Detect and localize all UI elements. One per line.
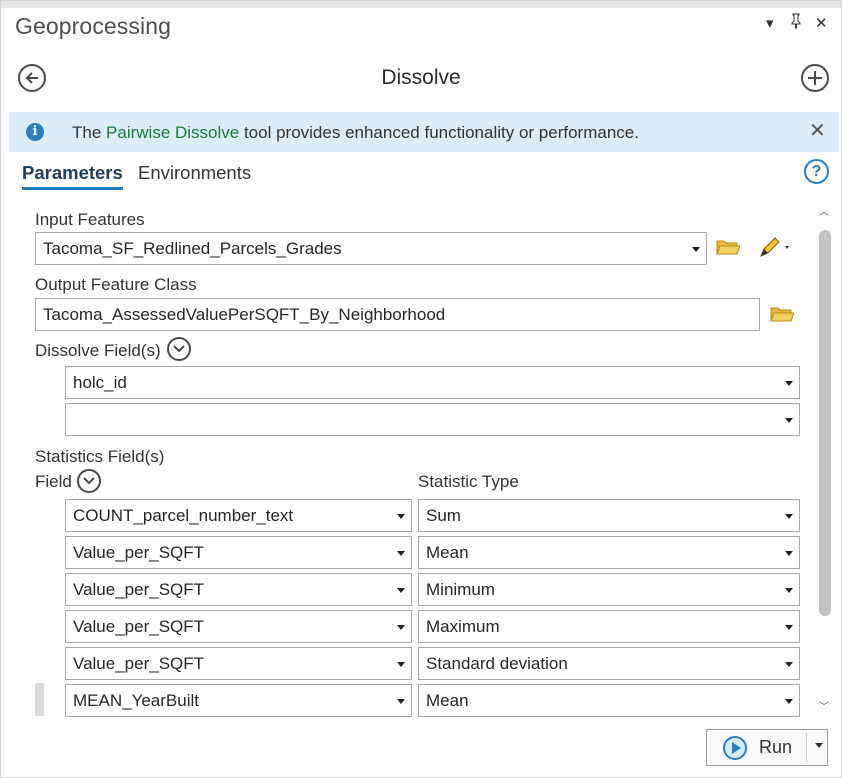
statistic-type-dropdown[interactable]: Mean — [418, 536, 800, 569]
scroll-clip — [30, 718, 820, 726]
statistic-type-dropdown[interactable]: Mean — [418, 684, 800, 717]
stat-field-dropdown[interactable]: Value_per_SQFT — [65, 647, 412, 680]
chevron-down-icon — [173, 345, 185, 353]
statistic-type-column-label: Statistic Type — [418, 472, 519, 491]
pin-icon[interactable] — [790, 13, 802, 36]
tab-environments[interactable]: Environments — [138, 162, 251, 184]
tab-parameters[interactable]: Parameters — [22, 162, 123, 184]
stat-field-dropdown[interactable]: COUNT_parcel_number_text — [65, 499, 412, 532]
statistics-expand-button[interactable] — [77, 469, 101, 493]
chevron-down-icon — [785, 418, 793, 423]
scroll-up-icon[interactable]: ︿ — [819, 207, 829, 219]
pairwise-dissolve-link[interactable]: Pairwise Dissolve — [106, 123, 239, 142]
chevron-down-icon — [397, 551, 405, 556]
plus-icon — [808, 71, 822, 85]
pane-menu-icon[interactable]: ▾ — [766, 13, 774, 35]
chevron-down-icon — [785, 381, 793, 386]
dissolve-field-dropdown-2[interactable] — [65, 403, 800, 436]
help-icon[interactable]: ? — [804, 159, 829, 184]
statistic-type-value: Mean — [426, 691, 469, 710]
statistic-type-value: Mean — [426, 543, 469, 562]
browse-input-button[interactable] — [716, 238, 741, 261]
statistic-type-dropdown[interactable]: Sum — [418, 499, 800, 532]
stat-field-value: Value_per_SQFT — [73, 617, 205, 636]
output-feature-class-value: Tacoma_AssessedValuePerSQFT_By_Neighborh… — [43, 305, 446, 324]
browse-output-button[interactable] — [770, 305, 795, 328]
input-features-value: Tacoma_SF_Redlined_Parcels_Grades — [43, 239, 342, 258]
stat-field-value: Value_per_SQFT — [73, 580, 205, 599]
pencil-icon — [760, 237, 789, 257]
banner-suffix: tool provides enhanced functionality or … — [239, 123, 639, 142]
active-tab-indicator — [22, 187, 123, 190]
chevron-down-icon — [785, 699, 793, 704]
statistic-type-dropdown[interactable]: Maximum — [418, 610, 800, 643]
stat-field-dropdown[interactable]: Value_per_SQFT — [65, 573, 412, 606]
play-icon — [723, 736, 747, 760]
input-features-dropdown[interactable]: Tacoma_SF_Redlined_Parcels_Grades — [35, 232, 707, 265]
chevron-down-icon — [785, 514, 793, 519]
stat-field-value: Value_per_SQFT — [73, 654, 205, 673]
chevron-down-icon — [397, 662, 405, 667]
statistic-type-dropdown[interactable]: Minimum — [418, 573, 800, 606]
chevron-down-icon — [785, 625, 793, 630]
folder-icon — [716, 240, 741, 255]
stat-field-value: COUNT_parcel_number_text — [73, 506, 294, 525]
run-divider — [806, 733, 807, 762]
chevron-down-icon — [397, 588, 405, 593]
input-features-label: Input Features — [35, 210, 145, 229]
banner-message: The Pairwise Dissolve tool provides enha… — [72, 123, 639, 143]
chevron-down-icon — [785, 662, 793, 667]
dissolve-fields-label: Dissolve Field(s) — [35, 341, 161, 360]
chevron-down-icon — [397, 625, 405, 630]
statistic-type-value: Maximum — [426, 617, 500, 636]
field-column-label: Field — [35, 472, 72, 491]
chevron-down-icon — [397, 699, 405, 704]
run-label: Run — [759, 737, 793, 757]
statistics-fields-label: Statistics Field(s) — [35, 447, 165, 466]
statistic-type-value: Minimum — [426, 580, 495, 599]
statistic-type-value: Standard deviation — [426, 654, 568, 673]
dissolve-fields-expand-button[interactable] — [167, 337, 191, 361]
pane-top-strip — [1, 1, 841, 8]
stat-field-value: MEAN_YearBuilt — [73, 691, 199, 710]
pane-title: Geoprocessing — [15, 13, 171, 39]
chevron-down-icon — [692, 247, 700, 252]
dissolve-field-dropdown-1[interactable]: holc_id — [65, 366, 800, 399]
statistic-type-dropdown[interactable]: Standard deviation — [418, 647, 800, 680]
scroll-down-icon[interactable]: ﹀ — [819, 702, 829, 714]
output-feature-class-label: Output Feature Class — [35, 275, 197, 294]
close-pane-icon[interactable]: ✕ — [815, 13, 828, 35]
statistic-type-value: Sum — [426, 506, 461, 525]
stat-field-dropdown[interactable]: Value_per_SQFT — [65, 536, 412, 569]
stat-field-value: Value_per_SQFT — [73, 543, 205, 562]
add-button[interactable] — [801, 64, 829, 92]
chevron-down-icon — [397, 514, 405, 519]
edit-features-button[interactable] — [757, 236, 793, 265]
scrollbar-thumb[interactable] — [819, 230, 831, 616]
info-icon: i — [26, 123, 44, 141]
row-drag-handle[interactable] — [35, 683, 44, 716]
chevron-down-icon — [785, 551, 793, 556]
banner-prefix: The — [72, 123, 107, 142]
tool-title: Dissolve — [381, 66, 461, 89]
run-options-chevron-icon[interactable] — [815, 743, 823, 748]
chevron-down-icon — [83, 477, 95, 485]
stat-field-dropdown[interactable]: Value_per_SQFT — [65, 610, 412, 643]
stat-field-dropdown[interactable]: MEAN_YearBuilt — [65, 684, 412, 717]
folder-icon — [770, 307, 795, 322]
chevron-down-icon — [785, 588, 793, 593]
banner-close-icon[interactable]: ✕ — [809, 120, 826, 142]
output-feature-class-input[interactable]: Tacoma_AssessedValuePerSQFT_By_Neighborh… — [35, 298, 760, 331]
dissolve-field-value: holc_id — [73, 373, 127, 392]
